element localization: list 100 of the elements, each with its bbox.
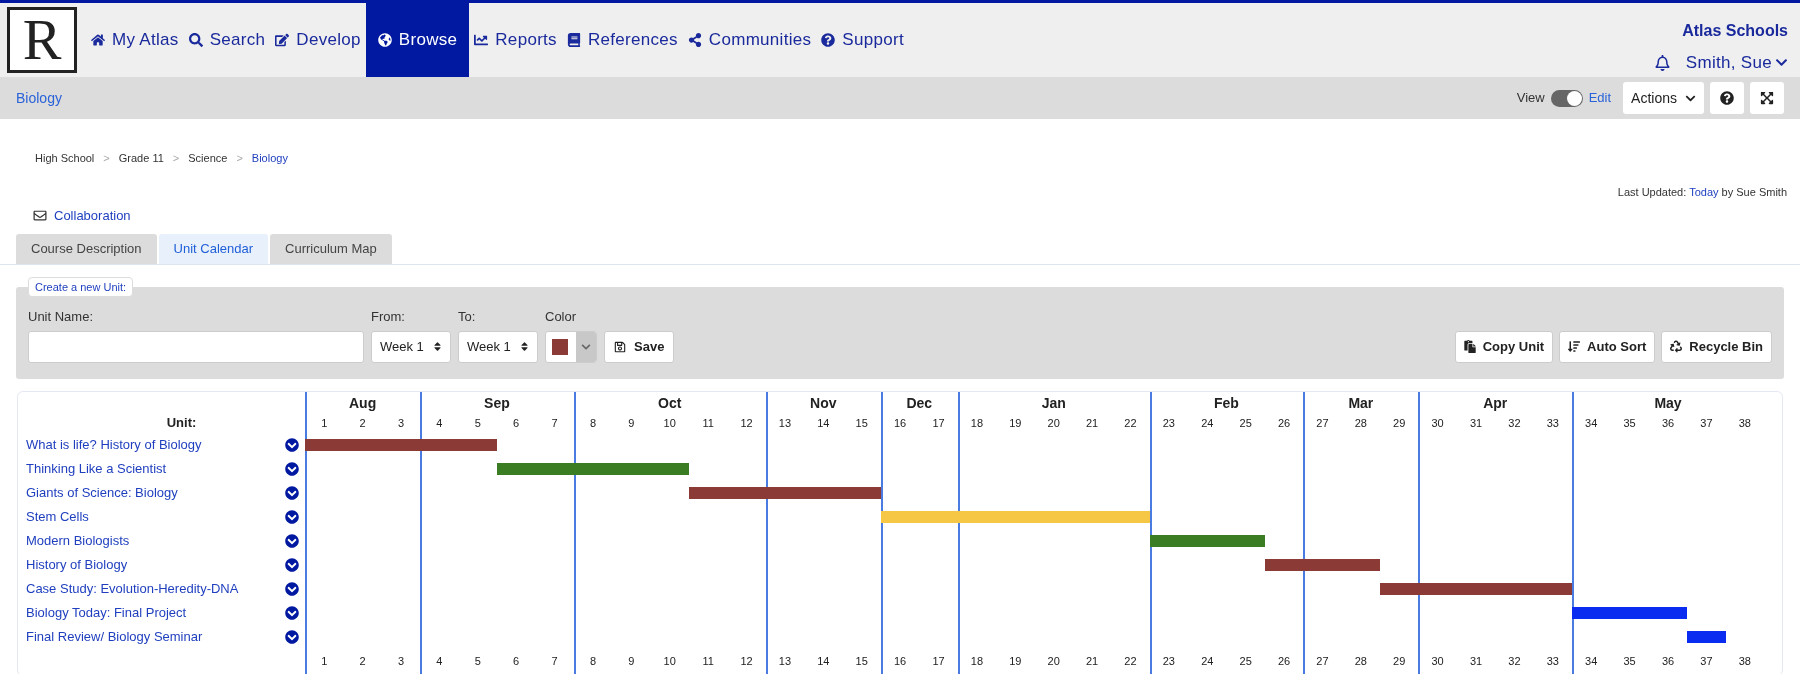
book-icon	[566, 33, 581, 47]
month-label: Dec	[906, 393, 933, 413]
unit-link[interactable]: Giants of Science: Biology	[26, 482, 178, 503]
organization-name[interactable]: Atlas Schools	[1682, 19, 1788, 43]
unit-bar[interactable]	[1687, 630, 1726, 643]
week-number: 27	[1316, 654, 1329, 670]
unit-link[interactable]: Modern Biologists	[26, 530, 130, 551]
line-chart-icon	[474, 33, 489, 47]
page-title[interactable]: Biology	[16, 87, 62, 109]
nav-item[interactable]: Search	[183, 3, 271, 77]
tab[interactable]: Unit Calendar	[158, 233, 269, 264]
month-label: Oct	[658, 393, 682, 413]
week-number: 32	[1508, 415, 1521, 431]
week-number: 5	[474, 415, 481, 431]
week-number: 18	[970, 415, 983, 431]
week-number: 3	[397, 654, 405, 670]
week-number: 19	[1009, 415, 1022, 431]
week-number: 22	[1124, 415, 1137, 431]
week-number: 20	[1047, 415, 1060, 431]
week-number: 31	[1469, 415, 1483, 431]
tab[interactable]: Course Description	[16, 233, 157, 264]
unit-column-heading: Unit:	[165, 414, 197, 432]
toolbar-button[interactable]: Recycle Bin	[1661, 330, 1772, 363]
week-number: 32	[1508, 654, 1521, 670]
home-icon	[91, 33, 105, 47]
unit-link[interactable]: Final Review/ Biology Seminar	[26, 626, 203, 647]
month-label: Feb	[1214, 393, 1239, 413]
user-menu[interactable]: Smith, Sue	[1685, 50, 1788, 76]
recycle-icon	[1670, 340, 1683, 353]
unit-bar[interactable]	[1572, 606, 1688, 619]
unit-bar[interactable]	[1380, 582, 1572, 595]
help-button[interactable]	[1710, 82, 1744, 114]
nav-item[interactable]: Communities	[682, 3, 817, 77]
week-number: 2	[359, 415, 366, 431]
week-number: 33	[1546, 415, 1559, 431]
week-number: 33	[1546, 654, 1559, 670]
week-number: 8	[589, 654, 596, 670]
week-number: 31	[1469, 654, 1483, 670]
nav-item[interactable]: Reports	[469, 3, 562, 77]
unit-bar[interactable]	[305, 438, 497, 451]
week-number: 1	[321, 654, 328, 670]
nav-item[interactable]: Support	[816, 3, 909, 77]
bell-icon[interactable]	[1654, 54, 1670, 71]
chevron-down-icon	[581, 341, 591, 352]
week-number: 27	[1316, 415, 1329, 431]
nav-item[interactable]: Browse	[365, 3, 470, 77]
share-icon	[687, 33, 702, 47]
unit-bar[interactable]	[1149, 534, 1265, 547]
week-number: 5	[474, 654, 481, 670]
toolbar-button[interactable]: Auto Sort	[1559, 330, 1656, 363]
unit-name-field[interactable]	[28, 330, 364, 363]
week-number: 26	[1277, 415, 1291, 431]
week-number: 1	[321, 415, 328, 431]
breadcrumb-item[interactable]: Science	[188, 150, 228, 167]
week-number: 28	[1354, 415, 1367, 431]
logo[interactable]: R	[7, 7, 77, 73]
view-edit-toggle[interactable]	[1550, 89, 1583, 107]
week-select[interactable]: Week 1	[458, 330, 538, 363]
month-label: Jan	[1041, 393, 1066, 413]
nav-item[interactable]: References	[561, 3, 683, 77]
toolbar-button[interactable]: Copy Unit	[1454, 330, 1554, 363]
week-select[interactable]: Week 1	[371, 330, 451, 363]
week-number: 24	[1201, 654, 1214, 670]
breadcrumb-item[interactable]: High School	[35, 150, 95, 167]
breadcrumb-item[interactable]: Biology	[251, 150, 288, 167]
week-number: 11	[702, 415, 714, 431]
week-number: 4	[436, 415, 443, 431]
clipboard-icon	[1463, 340, 1476, 353]
breadcrumb-item[interactable]: Grade 11	[118, 150, 164, 167]
week-number: 36	[1661, 654, 1675, 670]
save-button[interactable]: Save	[604, 330, 675, 363]
unit-link[interactable]: Case Study: Evolution-Heredity-DNA	[26, 578, 239, 599]
nav-item[interactable]: My Atlas	[86, 3, 184, 77]
tab[interactable]: Curriculum Map	[270, 233, 392, 264]
unit-link[interactable]: What is life? History of Biology	[26, 434, 202, 455]
breadcrumb-separator: >	[236, 151, 243, 166]
unit-link[interactable]: History of Biology	[26, 554, 128, 575]
month-label: Apr	[1483, 393, 1508, 413]
color-select[interactable]	[545, 330, 597, 363]
actions-button[interactable]: Actions	[1623, 82, 1704, 114]
week-number: 21	[1085, 654, 1099, 670]
week-number: 13	[778, 654, 792, 670]
fullscreen-button[interactable]	[1750, 82, 1784, 114]
collaboration-link[interactable]: Collaboration	[33, 206, 131, 226]
unit-bar[interactable]	[688, 486, 881, 499]
unit-link[interactable]: Thinking Like a Scientist	[26, 458, 167, 479]
unit-bar[interactable]	[1264, 558, 1381, 571]
unit-link[interactable]: Stem Cells	[26, 506, 89, 527]
week-number: 29	[1393, 415, 1406, 431]
unit-bar[interactable]	[496, 462, 689, 475]
week-number: 36	[1661, 415, 1675, 431]
nav-item[interactable]: Develop	[270, 3, 366, 77]
week-number: 17	[932, 415, 945, 431]
week-number: 35	[1623, 654, 1636, 670]
week-number: 22	[1124, 654, 1137, 670]
today-link[interactable]: Today	[1689, 185, 1719, 198]
week-number: 25	[1239, 654, 1252, 670]
week-number: 30	[1431, 415, 1444, 431]
week-number: 14	[817, 654, 830, 670]
unit-link[interactable]: Biology Today: Final Project	[26, 602, 187, 623]
